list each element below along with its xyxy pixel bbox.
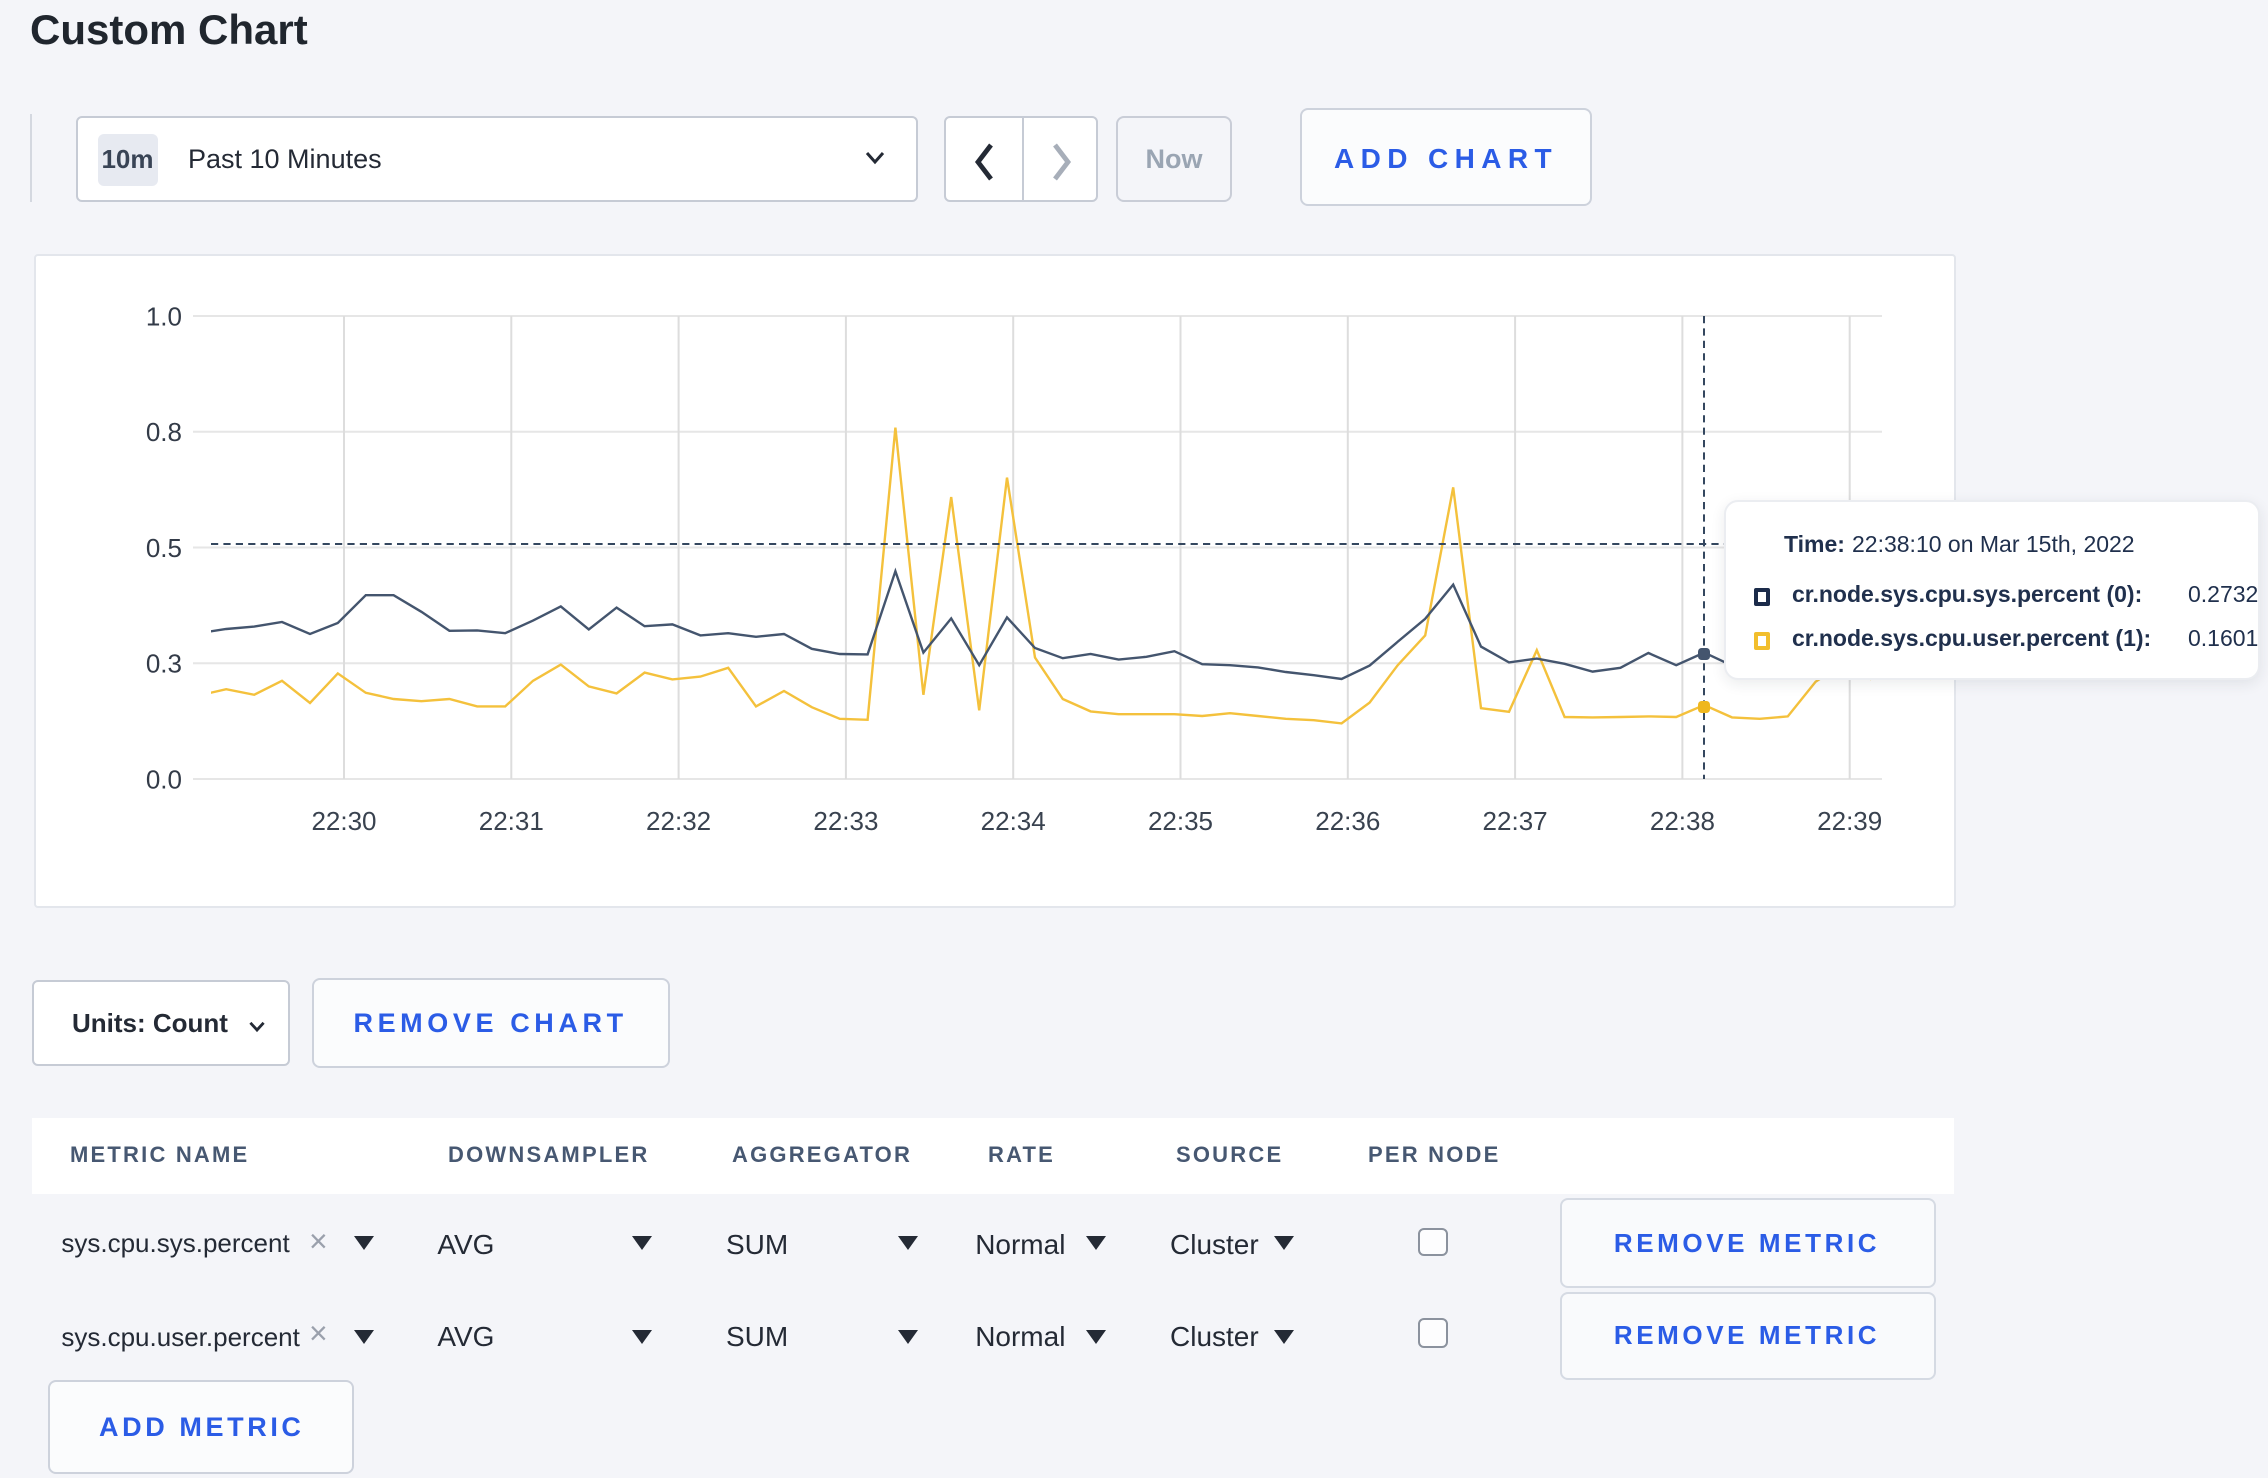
svg-text:22:31: 22:31 (478, 805, 543, 835)
svg-text:22:34: 22:34 (980, 805, 1045, 835)
svg-text:0.0: 0.0 (145, 763, 181, 793)
svg-text:22:32: 22:32 (645, 805, 710, 835)
svg-text:1.0: 1.0 (145, 300, 181, 330)
svg-text:22:33: 22:33 (812, 805, 877, 835)
svg-text:22:39: 22:39 (1816, 805, 1881, 835)
svg-text:0.5: 0.5 (145, 532, 181, 562)
svg-text:0.8: 0.8 (145, 416, 181, 446)
svg-text:22:37: 22:37 (1482, 805, 1547, 835)
svg-text:0.3: 0.3 (145, 648, 181, 678)
svg-text:22:35: 22:35 (1147, 805, 1212, 835)
svg-text:22:38: 22:38 (1649, 805, 1714, 835)
svg-text:22:30: 22:30 (310, 805, 375, 835)
svg-text:22:36: 22:36 (1314, 805, 1379, 835)
